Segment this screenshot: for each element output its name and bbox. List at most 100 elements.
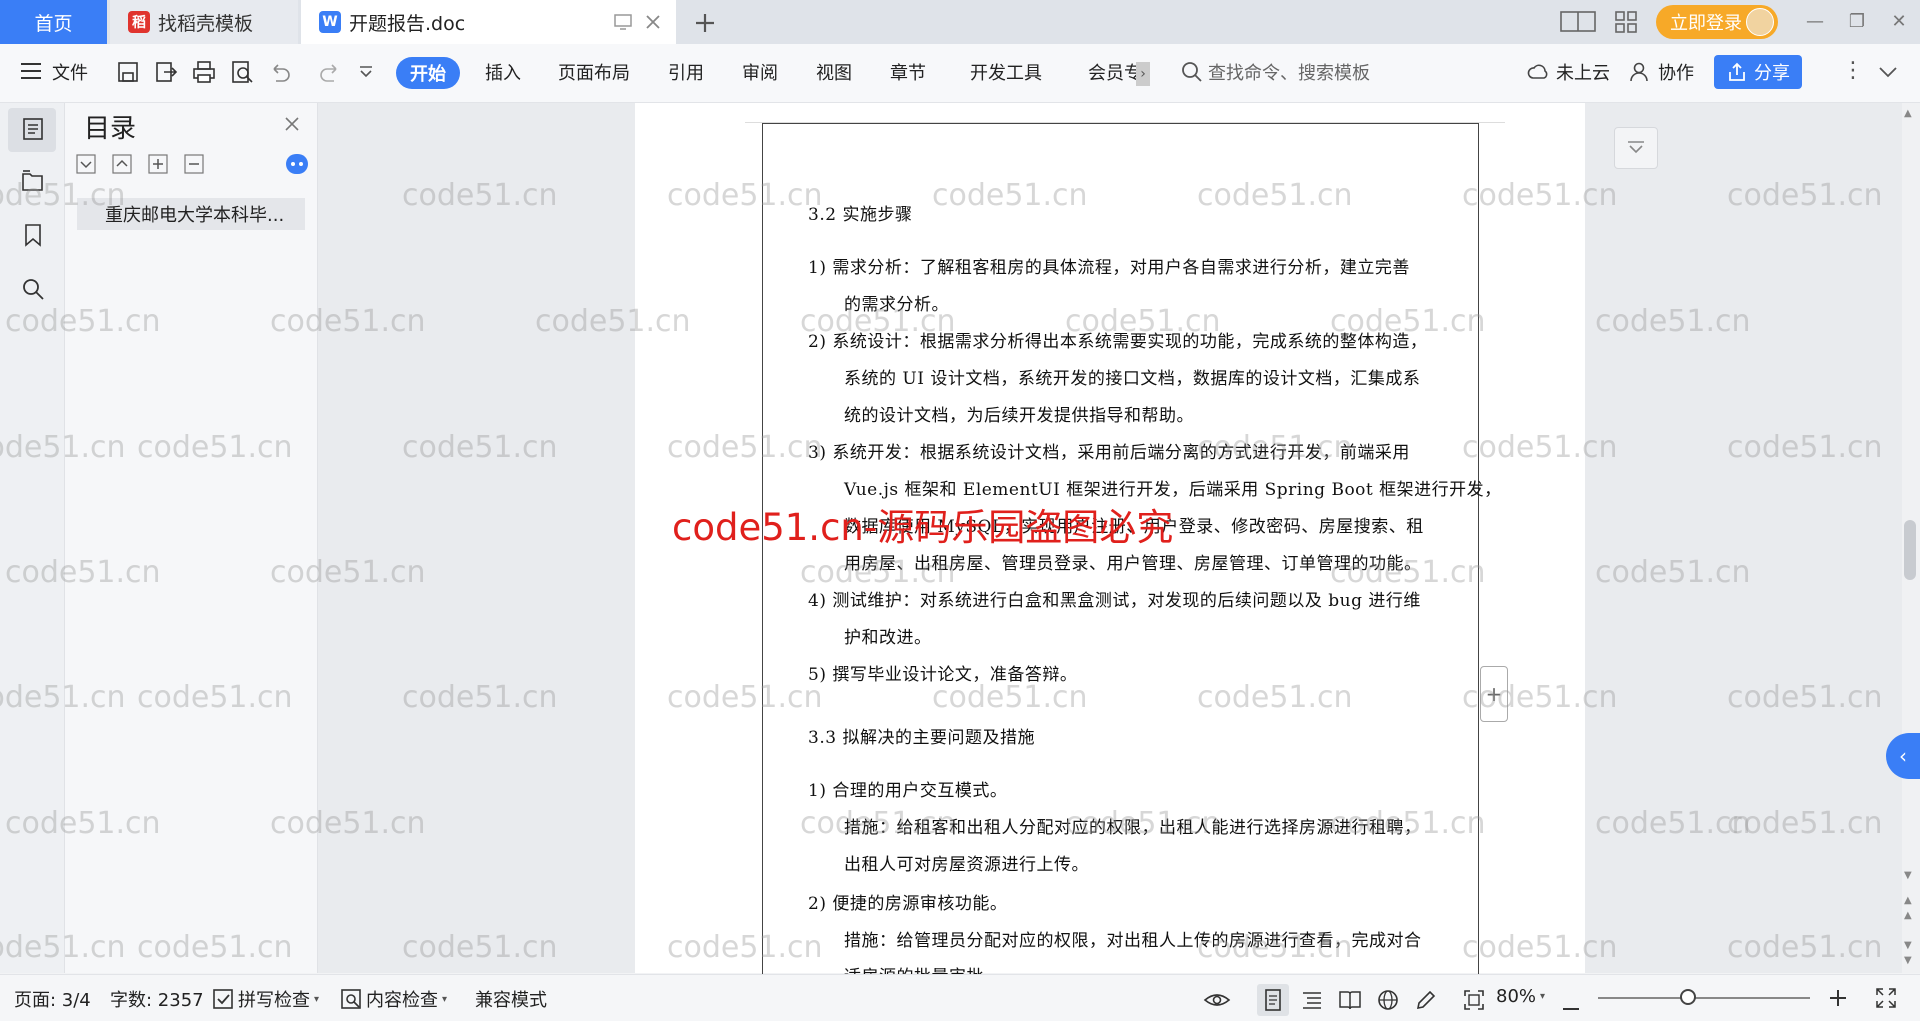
print-preview-icon[interactable] <box>230 60 254 84</box>
minimize-icon[interactable]: — <box>1802 10 1828 34</box>
tab-templates[interactable]: 稻 找稻壳模板 <box>110 0 298 44</box>
undo-icon[interactable] <box>268 60 292 84</box>
scrollbar-thumb[interactable] <box>1904 520 1916 580</box>
tab-member-label: 会员专 <box>1088 63 1142 84</box>
doc-heading: 3.2 实施步骤 <box>808 205 913 225</box>
scroll-up-icon[interactable]: ▲ <box>1904 108 1912 119</box>
add-heading-icon[interactable] <box>148 154 168 174</box>
filter-icon <box>1628 141 1644 154</box>
doc-line: 措施：给管理员分配对应的权限，对出租人上传的房源进行查看，完成对合 <box>844 931 1422 951</box>
fullscreen-icon[interactable] <box>1874 986 1898 1010</box>
close-outline-icon[interactable] <box>282 114 302 134</box>
doc-line: 措施：给租客和出租人分配对应的权限，出租人能进行选择房源进行租聘， <box>844 818 1422 838</box>
save-icon[interactable] <box>116 60 140 84</box>
filter-panel-button[interactable] <box>1614 127 1658 169</box>
docer-icon: 稻 <box>128 11 150 33</box>
zoom-slider-track[interactable] <box>1598 997 1810 999</box>
bookmark-icon[interactable] <box>20 222 46 248</box>
writer-icon: W <box>319 11 341 33</box>
add-content-button[interactable]: + <box>1480 666 1508 722</box>
tab-home[interactable]: 首页 <box>0 0 107 44</box>
tab-document-label: 开题报告.doc <box>349 12 466 35</box>
tab-start[interactable]: 开始 <box>396 57 460 89</box>
new-tab-icon[interactable] <box>692 10 718 36</box>
tab-start-label: 开始 <box>410 64 446 85</box>
tab-devtools[interactable]: 开发工具 <box>970 58 1042 86</box>
tab-chapter-label: 章节 <box>890 63 926 84</box>
redo-icon[interactable] <box>318 60 342 84</box>
smart-outline-icon[interactable] <box>286 154 308 174</box>
chapter-nav-icon[interactable] <box>20 168 46 194</box>
layout-icon[interactable] <box>1560 10 1596 34</box>
fit-page-icon[interactable] <box>1462 988 1486 1012</box>
outline-view-icon[interactable] <box>1300 988 1324 1012</box>
share-button[interactable]: 分享 <box>1714 55 1802 89</box>
quick-access-dropdown-icon[interactable] <box>356 62 380 86</box>
doc-line: 2) 系统设计：根据需求分析得出本系统需要实现的功能，完成系统的整体构造， <box>808 332 1428 352</box>
cloud-status[interactable]: 未上云 <box>1526 58 1610 86</box>
collapse-ribbon-icon[interactable] <box>1874 62 1902 82</box>
zoom-out-icon[interactable] <box>1562 996 1580 1010</box>
reading-view-icon[interactable] <box>1338 988 1362 1012</box>
outline-item[interactable]: 重庆邮电大学本科毕... <box>77 198 305 230</box>
eye-protection-icon[interactable] <box>1203 988 1231 1012</box>
scroll-down-icon[interactable]: ▼ <box>1904 870 1912 881</box>
login-button[interactable]: 立即登录 <box>1656 5 1778 39</box>
zoom-in-icon[interactable] <box>1828 988 1848 1008</box>
tab-home-label: 首页 <box>34 12 73 35</box>
expand-all-icon[interactable] <box>76 154 96 174</box>
doc-line: 1) 需求分析：了解租客租房的具体流程，对用户各自需求进行分析，建立完善 <box>808 258 1410 278</box>
tab-chapter[interactable]: 章节 <box>890 58 926 86</box>
tab-review[interactable]: 审阅 <box>742 58 778 86</box>
doc-line: 2) 便捷的房源审核功能。 <box>808 894 1008 914</box>
caret-down-icon: ▾ <box>314 993 320 1005</box>
red-watermark: code51.cn-源码乐园盗图必究 <box>672 506 1174 549</box>
word-count[interactable]: 字数: 2357 <box>110 986 204 1012</box>
web-view-icon[interactable] <box>1376 988 1400 1012</box>
outline-icon[interactable] <box>20 116 46 142</box>
outline-panel <box>65 103 318 973</box>
prev-page-icon[interactable]: ▲ <box>1904 895 1912 906</box>
page-indicator[interactable]: 页面: 3/4 <box>14 986 91 1012</box>
doc-line: 5) 撰写毕业设计论文，准备答辩。 <box>808 665 1078 685</box>
menu-icon[interactable] <box>18 60 44 82</box>
monitor-icon[interactable] <box>613 12 633 32</box>
doc-line: 系统的 UI 设计文档，系统开发的接口文档，数据库的设计文档，汇集成系 <box>844 369 1421 389</box>
file-menu-label: 文件 <box>52 63 88 84</box>
tab-reference[interactable]: 引用 <box>668 58 704 86</box>
file-menu[interactable]: 文件 <box>52 58 88 86</box>
collab-button[interactable]: 协作 <box>1628 58 1694 86</box>
next-page-icon-2[interactable]: ▼ <box>1904 955 1912 966</box>
tab-insert[interactable]: 插入 <box>485 58 521 86</box>
tab-review-label: 审阅 <box>742 63 778 84</box>
tab-document[interactable]: W 开题报告.doc <box>301 0 676 44</box>
ribbon-scroll-right-icon[interactable]: › <box>1136 62 1150 86</box>
caret-down-icon: ▾ <box>1540 991 1546 1002</box>
content-check-label: 内容检查 <box>366 990 438 1011</box>
doc-line: 出租人可对房屋资源进行上传。 <box>844 855 1089 875</box>
zoom-level[interactable]: 80% ▾ <box>1496 986 1545 1007</box>
export-icon[interactable] <box>154 60 178 84</box>
apps-grid-icon[interactable] <box>1614 10 1638 34</box>
tab-layout[interactable]: 页面布局 <box>558 58 630 86</box>
command-search[interactable]: 查找命令、搜索模板 <box>1180 54 1480 90</box>
restore-icon[interactable]: ❐ <box>1844 10 1870 34</box>
content-check-button[interactable]: 内容检查 ▾ <box>340 986 447 1012</box>
tab-view[interactable]: 视图 <box>816 58 852 86</box>
tab-devtools-label: 开发工具 <box>970 63 1042 84</box>
search-icon <box>1182 62 1202 82</box>
close-window-icon[interactable]: ✕ <box>1886 10 1912 34</box>
collapse-all-icon[interactable] <box>112 154 132 174</box>
more-icon[interactable]: ⋮ <box>1842 58 1864 83</box>
chevron-left-icon: ‹ <box>1899 744 1907 768</box>
prev-page-icon-2[interactable]: ▲ <box>1904 910 1912 921</box>
find-icon[interactable] <box>20 276 46 302</box>
remove-heading-icon[interactable] <box>184 154 204 174</box>
print-icon[interactable] <box>192 60 216 84</box>
page-view-icon[interactable] <box>1257 984 1289 1016</box>
zoom-slider-thumb[interactable] <box>1680 989 1696 1005</box>
spellcheck-button[interactable]: 拼写检查 ▾ <box>212 986 319 1012</box>
pen-icon[interactable] <box>1414 988 1438 1012</box>
close-tab-icon[interactable] <box>643 12 663 32</box>
next-page-icon[interactable]: ▼ <box>1904 940 1912 951</box>
